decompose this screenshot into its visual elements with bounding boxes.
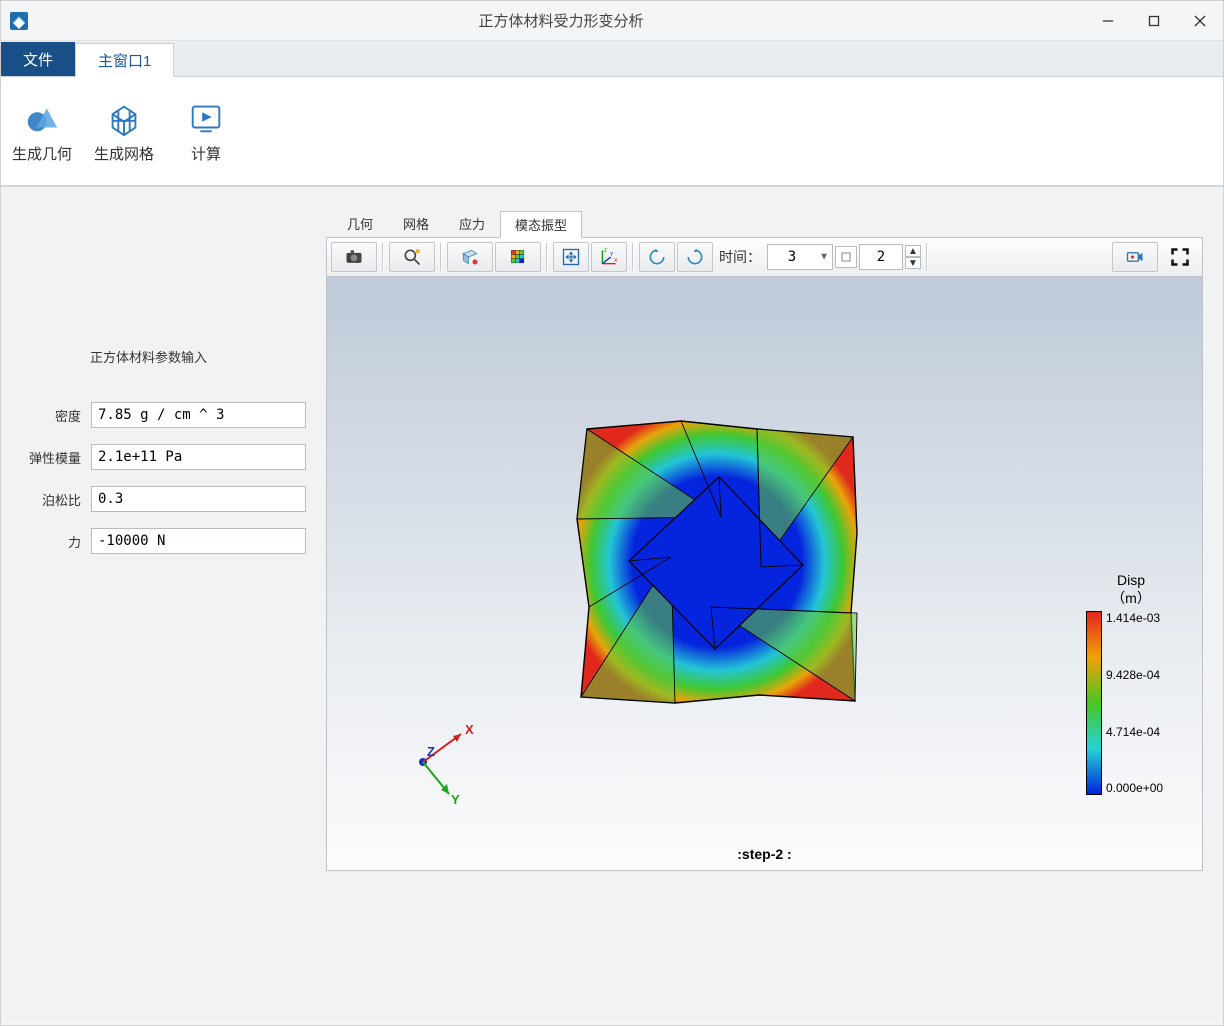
viewport-tab-mesh[interactable]: 网格 <box>388 210 444 237</box>
ribbon-toolbar: 生成几何 生成网格 计算 <box>1 77 1223 187</box>
density-input[interactable] <box>91 402 306 428</box>
colormap-ticks: 1.414e-03 9.428e-04 4.714e-04 0.000e+00 <box>1106 611 1163 795</box>
toolbar-separator <box>632 243 634 271</box>
toolbar-separator <box>440 243 442 271</box>
poisson-ratio-input[interactable] <box>91 486 306 512</box>
deformed-mesh-plot <box>571 417 861 707</box>
next-step-button[interactable] <box>677 242 713 272</box>
colormap-legend: Disp （m） 1.414e-03 9.428e-04 4.714e-04 0… <box>1086 571 1176 795</box>
generate-mesh-label: 生成网格 <box>94 143 154 164</box>
generate-mesh-button[interactable]: 生成网格 <box>83 77 165 185</box>
svg-text:Z: Z <box>604 248 607 254</box>
viewport-toolbar: ZXY 时间： ▼ <box>326 237 1203 277</box>
poisson-ratio-label: 泊松比 <box>21 490 91 509</box>
compute-label: 计算 <box>191 143 221 164</box>
app-window: 正方体材料受力形变分析 文件 主窗口1 生成几何 生成网格 计算 <box>0 0 1224 1026</box>
compute-button[interactable]: 计算 <box>165 77 247 185</box>
toolbar-separator <box>546 243 548 271</box>
colormap-button[interactable] <box>495 242 541 272</box>
generate-geometry-label: 生成几何 <box>12 143 72 164</box>
spin-down-button[interactable]: ▼ <box>905 257 921 269</box>
footer <box>1 1019 1223 1025</box>
density-label: 密度 <box>21 406 91 425</box>
toolbar-separator <box>926 243 928 271</box>
tab-main-window-1[interactable]: 主窗口1 <box>75 43 174 77</box>
colormap-bar <box>1086 611 1102 795</box>
orientation-triad: X Y Z <box>397 720 497 810</box>
window-title: 正方体材料受力形变分析 <box>37 10 1085 31</box>
viewport-tab-geometry[interactable]: 几何 <box>332 210 388 237</box>
colormap-title: Disp （m） <box>1086 571 1176 607</box>
zoom-button[interactable] <box>389 242 435 272</box>
time-label: 时间： <box>719 247 761 267</box>
form-row-density: 密度 <box>21 402 306 428</box>
svg-text:Y: Y <box>451 792 460 807</box>
svg-text:X: X <box>614 258 618 264</box>
spin-value-input[interactable] <box>859 244 903 270</box>
parameter-panel: 正方体材料参数输入 密度 弹性模量 泊松比 力 <box>1 187 326 1019</box>
viewport-tab-mode-shape[interactable]: 模态振型 <box>500 211 582 238</box>
spin-up-button[interactable]: ▲ <box>905 245 921 257</box>
maximize-button[interactable] <box>1131 1 1177 41</box>
titlebar: 正方体材料受力形变分析 <box>1 1 1223 41</box>
close-button[interactable] <box>1177 1 1223 41</box>
window-buttons <box>1085 1 1223 41</box>
parameter-panel-title: 正方体材料参数输入 <box>21 347 306 366</box>
time-dropdown[interactable]: ▼ <box>767 244 833 270</box>
time-value-input[interactable] <box>767 244 833 270</box>
record-button[interactable] <box>1112 242 1158 272</box>
toolbar-separator <box>382 243 384 271</box>
minimize-button[interactable] <box>1085 1 1131 41</box>
prev-step-button[interactable] <box>639 242 675 272</box>
menu-tabs: 文件 主窗口1 <box>1 41 1223 77</box>
form-row-force: 力 <box>21 528 306 554</box>
svg-text:Z: Z <box>427 744 435 759</box>
elastic-modulus-label: 弹性模量 <box>21 448 91 467</box>
content-area: 正方体材料参数输入 密度 弹性模量 泊松比 力 几何 网格 <box>1 187 1223 1019</box>
viewport-tabs: 几何 网格 应力 模态振型 <box>332 213 1203 237</box>
snapshot-button[interactable] <box>331 242 377 272</box>
force-label: 力 <box>21 532 91 551</box>
viewport-column: 几何 网格 应力 模态振型 <box>326 187 1223 1019</box>
form-row-poisson-ratio: 泊松比 <box>21 486 306 512</box>
viewport-frame: Z X Y 时间： ▼ <box>326 237 1203 871</box>
ribbon-group: 生成几何 生成网格 计算 <box>1 77 247 185</box>
stop-button[interactable] <box>835 246 857 268</box>
clip-plane-button[interactable] <box>447 242 493 272</box>
elastic-modulus-input[interactable] <box>91 444 306 470</box>
viewport-tab-stress[interactable]: 应力 <box>444 210 500 237</box>
axis-view-button[interactable]: ZXY <box>591 242 627 272</box>
fit-view-button[interactable] <box>553 242 589 272</box>
step-label: :step-2 : <box>327 846 1202 862</box>
svg-text:X: X <box>465 722 474 737</box>
generate-geometry-button[interactable]: 生成几何 <box>1 77 83 185</box>
tab-file[interactable]: 文件 <box>1 42 75 76</box>
force-input[interactable] <box>91 528 306 554</box>
form-row-elastic-modulus: 弹性模量 <box>21 444 306 470</box>
viewport-3d[interactable]: X Y Z Disp （m） <box>326 277 1203 871</box>
fullscreen-button[interactable] <box>1162 242 1198 272</box>
app-icon <box>7 9 31 33</box>
